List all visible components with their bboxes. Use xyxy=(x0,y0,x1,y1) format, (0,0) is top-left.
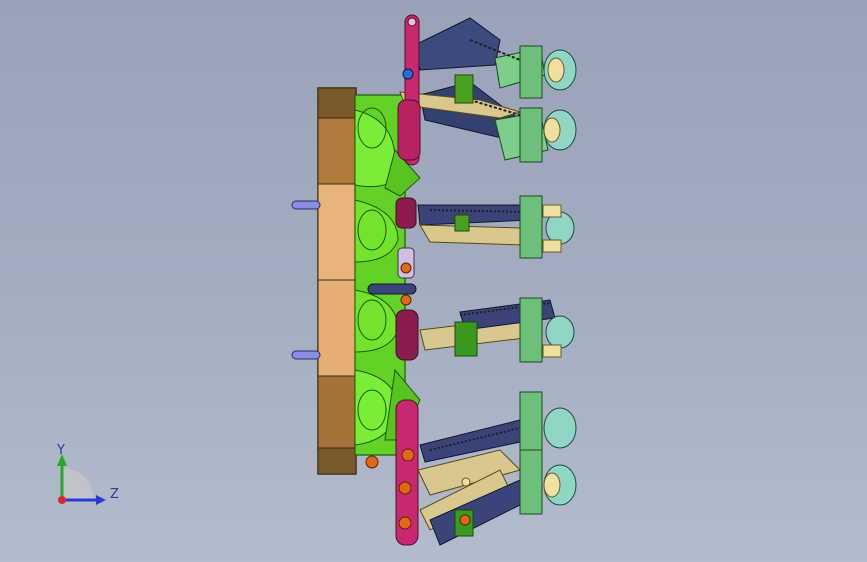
locating-pin-lower xyxy=(291,350,321,360)
z-axis-label: Z xyxy=(110,487,119,502)
cad-model-viewport[interactable] xyxy=(0,0,867,562)
y-axis-label: Y xyxy=(56,443,65,458)
upper-gripper-assembly[interactable] xyxy=(397,14,577,166)
z-axis-arrow xyxy=(96,495,106,505)
x-axis-origin-dot xyxy=(58,496,66,504)
coordinate-triad: Y Z xyxy=(56,443,119,505)
triad-plane-shade xyxy=(62,468,94,500)
lower-gripper-assembly[interactable] xyxy=(365,391,577,546)
middle-upper-gripper[interactable] xyxy=(395,195,575,279)
locating-pin-upper xyxy=(291,200,321,210)
base-plate[interactable] xyxy=(317,87,357,475)
